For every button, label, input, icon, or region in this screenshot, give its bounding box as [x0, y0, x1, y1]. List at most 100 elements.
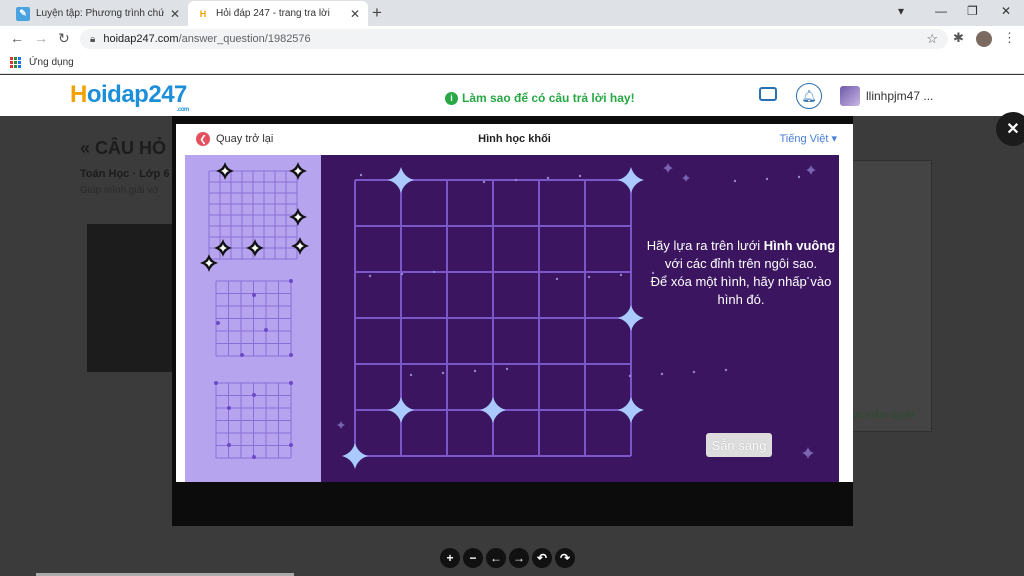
bookmark-star-icon[interactable]: ☆: [926, 31, 938, 47]
profile-avatar[interactable]: [976, 31, 992, 47]
sparkle-dot: [660, 372, 664, 376]
zoom-out-icon[interactable]: −: [463, 548, 483, 568]
sparkle-dot: [400, 272, 404, 276]
close-tab-icon[interactable]: ✕: [350, 7, 360, 21]
thumb-dot: [216, 321, 220, 325]
rotate-left-icon[interactable]: ↶: [532, 548, 552, 568]
sparkle-dot: [692, 370, 696, 374]
vertex-star-icon: [480, 397, 506, 423]
sparkle-dot: [619, 273, 623, 277]
vertex-star-icon: [388, 167, 414, 193]
hoidap-favicon-icon: H: [199, 8, 207, 19]
thumb-dot: [289, 443, 293, 447]
close-window-icon[interactable]: ✕: [1001, 4, 1011, 18]
thumb-dot: [227, 406, 231, 410]
sparkle-dot: [359, 173, 363, 177]
close-overlay-icon[interactable]: ✕: [996, 112, 1024, 146]
sparkle-dot: [473, 369, 477, 373]
shape-sidebar: [185, 155, 333, 482]
lock-icon: 🔒︎: [90, 33, 96, 45]
sparkle-dot: [505, 367, 509, 371]
site-header: Hoidap247 .com i Làm sao để có câu trả l…: [0, 75, 1024, 116]
sparkle-dot: [514, 178, 518, 182]
instruction-part: Hãy lựa ra trên lưới: [646, 238, 764, 253]
decor-star-icon: [337, 421, 345, 429]
new-tab-icon[interactable]: +: [372, 3, 382, 23]
zoom-in-icon[interactable]: +: [440, 548, 460, 568]
tab-luyen-tap[interactable]: ✎ Luyện tập: Phương trình chứa dấ ✕: [8, 1, 188, 26]
reload-icon[interactable]: ↻: [58, 30, 70, 47]
sparkle-dot: [765, 177, 769, 181]
sparkle-dot: [578, 174, 582, 178]
next-arrow-icon[interactable]: →: [509, 548, 529, 568]
restore-icon[interactable]: ❐: [967, 4, 978, 18]
sparkle-dot: [482, 180, 486, 184]
tab-search-icon[interactable]: ▾: [898, 4, 904, 18]
vertex-star-icon: [618, 167, 644, 193]
apps-grid-icon[interactable]: [10, 57, 21, 68]
url-path: /answer_question/1982576: [178, 33, 311, 45]
sparkle-dot: [797, 175, 801, 179]
forward-arrow-icon[interactable]: →: [34, 30, 48, 46]
logo-letter: H: [70, 81, 87, 108]
decor-star-icon: [802, 447, 814, 459]
activity-title: Hình học khối: [478, 133, 551, 145]
url-host: hoidap247.com: [103, 33, 179, 45]
extensions-puzzle-icon[interactable]: ✱: [953, 30, 964, 46]
user-avatar[interactable]: [840, 86, 860, 106]
howto-text: Làm sao để có câu trả lời hay!: [462, 91, 635, 105]
thumb-dot: [264, 328, 268, 332]
instruction-part: với các đỉnh trên ngôi sao.: [664, 256, 818, 271]
thumb-dot: [289, 279, 293, 283]
browser-menu-icon[interactable]: ⋮: [1003, 30, 1016, 46]
activity-header: ❮ Quay trở lại Hình học khối Tiếng Việt …: [176, 124, 853, 155]
close-tab-icon[interactable]: ✕: [170, 7, 180, 21]
hoidap247-logo[interactable]: Hoidap247 .com: [70, 81, 189, 113]
thumb-dot: [252, 393, 256, 397]
vertex-star-icon: [388, 397, 414, 423]
thumb-dot: [214, 381, 218, 385]
instruction-bold: Hình vuông: [763, 238, 836, 253]
username[interactable]: llinhpjm47 ...: [866, 89, 933, 103]
vertex-star-icon: [342, 443, 368, 469]
sparkle-dot: [546, 176, 550, 180]
tab-title: Hỏi đáp 247 - trang tra lời: [216, 8, 330, 19]
thumb-dot: [240, 353, 244, 357]
sparkle-dot: [409, 373, 413, 377]
chat-icon[interactable]: [759, 87, 777, 101]
question-image: [87, 224, 172, 372]
apps-bookmark[interactable]: Ứng dụng: [29, 57, 74, 68]
decor-star-icon: [682, 174, 690, 182]
howto-link[interactable]: i Làm sao để có câu trả lời hay!: [445, 91, 635, 105]
minimize-icon[interactable]: —: [935, 4, 947, 18]
rotate-right-icon[interactable]: ↷: [555, 548, 575, 568]
viewer-toolbar: + − ← → ↶ ↷: [440, 548, 575, 568]
ready-button[interactable]: Sẵn sàng: [706, 433, 772, 457]
question-text: Giúp mình giải vớ: [80, 185, 159, 196]
info-icon: i: [445, 91, 458, 105]
side-panel: [852, 160, 932, 432]
browser-tab-bar: ✎ Luyện tập: Phương trình chứa dấ ✕ H Hỏ…: [0, 0, 1024, 26]
sparkle-dot: [441, 371, 445, 375]
instruction-text: Hãy lựa ra trên lưới Hình vuông với các …: [641, 237, 841, 309]
notification-bell-icon[interactable]: 🔔︎: [796, 83, 822, 109]
url-input[interactable]: 🔒︎ hoidap247.com/answer_question/1982576…: [80, 29, 948, 49]
thumb-dot: [289, 381, 293, 385]
thumb-dot: [252, 455, 256, 459]
logo-domain: .com: [176, 107, 190, 113]
instruction-part: Để xóa một hình, hãy nhấp vào hình đó.: [650, 274, 832, 307]
sparkle-dot: [432, 270, 436, 274]
thumbnail-grids: [200, 162, 309, 459]
back-arrow-icon[interactable]: ←: [10, 30, 24, 46]
sparkle-dot: [587, 275, 591, 279]
language-label: Tiếng Việt: [779, 133, 829, 145]
tab-hoidap247[interactable]: H Hỏi đáp 247 - trang tra lời ✕: [188, 1, 368, 26]
sparkle-dot: [555, 277, 559, 281]
thumb-dot: [289, 353, 293, 357]
decor-star-icon: [806, 165, 816, 175]
prev-arrow-icon[interactable]: ←: [486, 548, 506, 568]
question-subject: Toán Học · Lớp 6: [80, 168, 170, 180]
language-select[interactable]: Tiếng Việt ▾: [780, 132, 838, 145]
logo-text: oidap247: [86, 81, 188, 108]
question-heading: « CÂU HỎ: [80, 138, 167, 158]
